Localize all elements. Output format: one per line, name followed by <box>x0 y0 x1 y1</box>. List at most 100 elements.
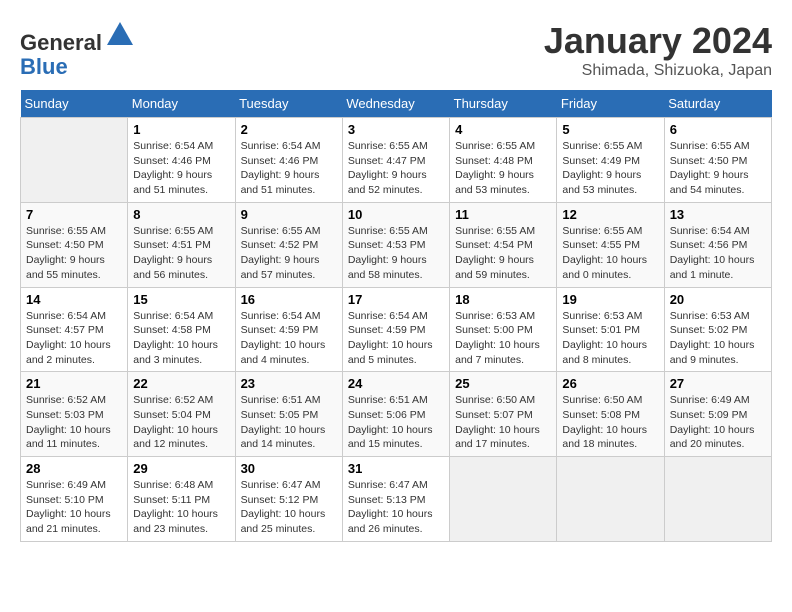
day-info: Sunrise: 6:47 AM Sunset: 5:13 PM Dayligh… <box>348 478 444 537</box>
day-number: 22 <box>133 376 229 391</box>
calendar-cell: 6 Sunrise: 6:55 AM Sunset: 4:50 PM Daylig… <box>664 118 771 203</box>
calendar-cell: 15 Sunrise: 6:54 AM Sunset: 4:58 PM Dayli… <box>128 287 235 372</box>
logo-icon <box>105 20 135 50</box>
calendar-cell: 17Sunrise: 6:54 AM Sunset: 4:59 PM Dayli… <box>342 287 449 372</box>
calendar-cell <box>450 457 557 542</box>
calendar-cell: 11 Sunrise: 6:55 AM Sunset: 4:54 PM Dayli… <box>450 202 557 287</box>
calendar-cell <box>664 457 771 542</box>
calendar-week-row: 28 Sunrise: 6:49 AM Sunset: 5:10 PM Dayli… <box>21 457 772 542</box>
day-info: Sunrise: 6:49 AM Sunset: 5:09 PM Dayligh… <box>670 393 766 452</box>
day-number: 15 <box>133 292 229 307</box>
column-header-monday: Monday <box>128 90 235 118</box>
day-info: Sunrise: 6:54 AM Sunset: 4:59 PM Dayligh… <box>241 309 337 368</box>
calendar-cell: 8Sunrise: 6:55 AM Sunset: 4:51 PM Daylig… <box>128 202 235 287</box>
day-number: 28 <box>26 461 122 476</box>
day-info: Sunrise: 6:53 AM Sunset: 5:00 PM Dayligh… <box>455 309 551 368</box>
day-info: Sunrise: 6:55 AM Sunset: 4:50 PM Dayligh… <box>670 139 766 198</box>
column-header-sunday: Sunday <box>21 90 128 118</box>
calendar-cell: 29 Sunrise: 6:48 AM Sunset: 5:11 PM Dayli… <box>128 457 235 542</box>
calendar-cell: 25 Sunrise: 6:50 AM Sunset: 5:07 PM Dayli… <box>450 372 557 457</box>
calendar-cell: 21Sunrise: 6:52 AM Sunset: 5:03 PM Dayli… <box>21 372 128 457</box>
calendar-cell: 4Sunrise: 6:55 AM Sunset: 4:48 PM Daylig… <box>450 118 557 203</box>
calendar-cell: 26 Sunrise: 6:50 AM Sunset: 5:08 PM Dayli… <box>557 372 664 457</box>
calendar-cell: 18 Sunrise: 6:53 AM Sunset: 5:00 PM Dayli… <box>450 287 557 372</box>
day-info: Sunrise: 6:53 AM Sunset: 5:02 PM Dayligh… <box>670 309 766 368</box>
day-info: Sunrise: 6:54 AM Sunset: 4:46 PM Dayligh… <box>133 139 229 198</box>
day-number: 13 <box>670 207 766 222</box>
day-number: 19 <box>562 292 658 307</box>
calendar-cell: 30 Sunrise: 6:47 AM Sunset: 5:12 PM Dayli… <box>235 457 342 542</box>
day-number: 3 <box>348 122 444 137</box>
calendar-week-row: 7Sunrise: 6:55 AM Sunset: 4:50 PM Daylig… <box>21 202 772 287</box>
calendar-cell: 19Sunrise: 6:53 AM Sunset: 5:01 PM Dayli… <box>557 287 664 372</box>
calendar-cell: 12Sunrise: 6:55 AM Sunset: 4:55 PM Dayli… <box>557 202 664 287</box>
logo-general: General <box>20 30 102 55</box>
day-number: 5 <box>562 122 658 137</box>
calendar-header-row: SundayMondayTuesdayWednesdayThursdayFrid… <box>21 90 772 118</box>
day-info: Sunrise: 6:55 AM Sunset: 4:54 PM Dayligh… <box>455 224 551 283</box>
day-info: Sunrise: 6:55 AM Sunset: 4:47 PM Dayligh… <box>348 139 444 198</box>
calendar-cell: 13 Sunrise: 6:54 AM Sunset: 4:56 PM Dayli… <box>664 202 771 287</box>
day-number: 16 <box>241 292 337 307</box>
day-info: Sunrise: 6:50 AM Sunset: 5:07 PM Dayligh… <box>455 393 551 452</box>
day-number: 8 <box>133 207 229 222</box>
day-number: 27 <box>670 376 766 391</box>
day-info: Sunrise: 6:54 AM Sunset: 4:59 PM Dayligh… <box>348 309 444 368</box>
day-number: 26 <box>562 376 658 391</box>
day-info: Sunrise: 6:55 AM Sunset: 4:52 PM Dayligh… <box>241 224 337 283</box>
calendar-cell: 28 Sunrise: 6:49 AM Sunset: 5:10 PM Dayli… <box>21 457 128 542</box>
calendar-week-row: 21Sunrise: 6:52 AM Sunset: 5:03 PM Dayli… <box>21 372 772 457</box>
day-number: 14 <box>26 292 122 307</box>
day-number: 11 <box>455 207 551 222</box>
day-info: Sunrise: 6:54 AM Sunset: 4:46 PM Dayligh… <box>241 139 337 198</box>
day-number: 1 <box>133 122 229 137</box>
day-number: 20 <box>670 292 766 307</box>
day-number: 29 <box>133 461 229 476</box>
day-info: Sunrise: 6:49 AM Sunset: 5:10 PM Dayligh… <box>26 478 122 537</box>
day-number: 23 <box>241 376 337 391</box>
day-number: 18 <box>455 292 551 307</box>
column-header-thursday: Thursday <box>450 90 557 118</box>
day-info: Sunrise: 6:51 AM Sunset: 5:05 PM Dayligh… <box>241 393 337 452</box>
day-number: 9 <box>241 207 337 222</box>
calendar-cell: 16 Sunrise: 6:54 AM Sunset: 4:59 PM Dayli… <box>235 287 342 372</box>
page-header: General Blue January 2024 Shimada, Shizu… <box>20 20 772 80</box>
day-number: 6 <box>670 122 766 137</box>
day-info: Sunrise: 6:54 AM Sunset: 4:56 PM Dayligh… <box>670 224 766 283</box>
column-header-wednesday: Wednesday <box>342 90 449 118</box>
day-number: 12 <box>562 207 658 222</box>
day-number: 7 <box>26 207 122 222</box>
calendar-cell: 2Sunrise: 6:54 AM Sunset: 4:46 PM Daylig… <box>235 118 342 203</box>
calendar-cell <box>557 457 664 542</box>
calendar-cell: 10Sunrise: 6:55 AM Sunset: 4:53 PM Dayli… <box>342 202 449 287</box>
day-info: Sunrise: 6:52 AM Sunset: 5:03 PM Dayligh… <box>26 393 122 452</box>
calendar-week-row: 1 Sunrise: 6:54 AM Sunset: 4:46 PM Daylig… <box>21 118 772 203</box>
day-info: Sunrise: 6:54 AM Sunset: 4:58 PM Dayligh… <box>133 309 229 368</box>
day-number: 10 <box>348 207 444 222</box>
day-info: Sunrise: 6:50 AM Sunset: 5:08 PM Dayligh… <box>562 393 658 452</box>
day-info: Sunrise: 6:48 AM Sunset: 5:11 PM Dayligh… <box>133 478 229 537</box>
day-number: 24 <box>348 376 444 391</box>
column-header-friday: Friday <box>557 90 664 118</box>
calendar-table: SundayMondayTuesdayWednesdayThursdayFrid… <box>20 90 772 542</box>
day-info: Sunrise: 6:55 AM Sunset: 4:48 PM Dayligh… <box>455 139 551 198</box>
day-info: Sunrise: 6:51 AM Sunset: 5:06 PM Dayligh… <box>348 393 444 452</box>
logo: General Blue <box>20 20 135 79</box>
day-info: Sunrise: 6:52 AM Sunset: 5:04 PM Dayligh… <box>133 393 229 452</box>
calendar-cell: 1 Sunrise: 6:54 AM Sunset: 4:46 PM Daylig… <box>128 118 235 203</box>
calendar-cell: 20 Sunrise: 6:53 AM Sunset: 5:02 PM Dayli… <box>664 287 771 372</box>
calendar-cell: 22 Sunrise: 6:52 AM Sunset: 5:04 PM Dayli… <box>128 372 235 457</box>
calendar-cell: 14Sunrise: 6:54 AM Sunset: 4:57 PM Dayli… <box>21 287 128 372</box>
calendar-cell: 24 Sunrise: 6:51 AM Sunset: 5:06 PM Dayli… <box>342 372 449 457</box>
day-info: Sunrise: 6:47 AM Sunset: 5:12 PM Dayligh… <box>241 478 337 537</box>
day-number: 30 <box>241 461 337 476</box>
title-block: January 2024 Shimada, Shizuoka, Japan <box>544 20 772 80</box>
calendar-cell: 3 Sunrise: 6:55 AM Sunset: 4:47 PM Daylig… <box>342 118 449 203</box>
calendar-title: January 2024 <box>544 20 772 62</box>
calendar-cell: 23 Sunrise: 6:51 AM Sunset: 5:05 PM Dayli… <box>235 372 342 457</box>
day-number: 25 <box>455 376 551 391</box>
calendar-cell: 7Sunrise: 6:55 AM Sunset: 4:50 PM Daylig… <box>21 202 128 287</box>
calendar-cell: 27 Sunrise: 6:49 AM Sunset: 5:09 PM Dayli… <box>664 372 771 457</box>
column-header-tuesday: Tuesday <box>235 90 342 118</box>
day-info: Sunrise: 6:55 AM Sunset: 4:49 PM Dayligh… <box>562 139 658 198</box>
